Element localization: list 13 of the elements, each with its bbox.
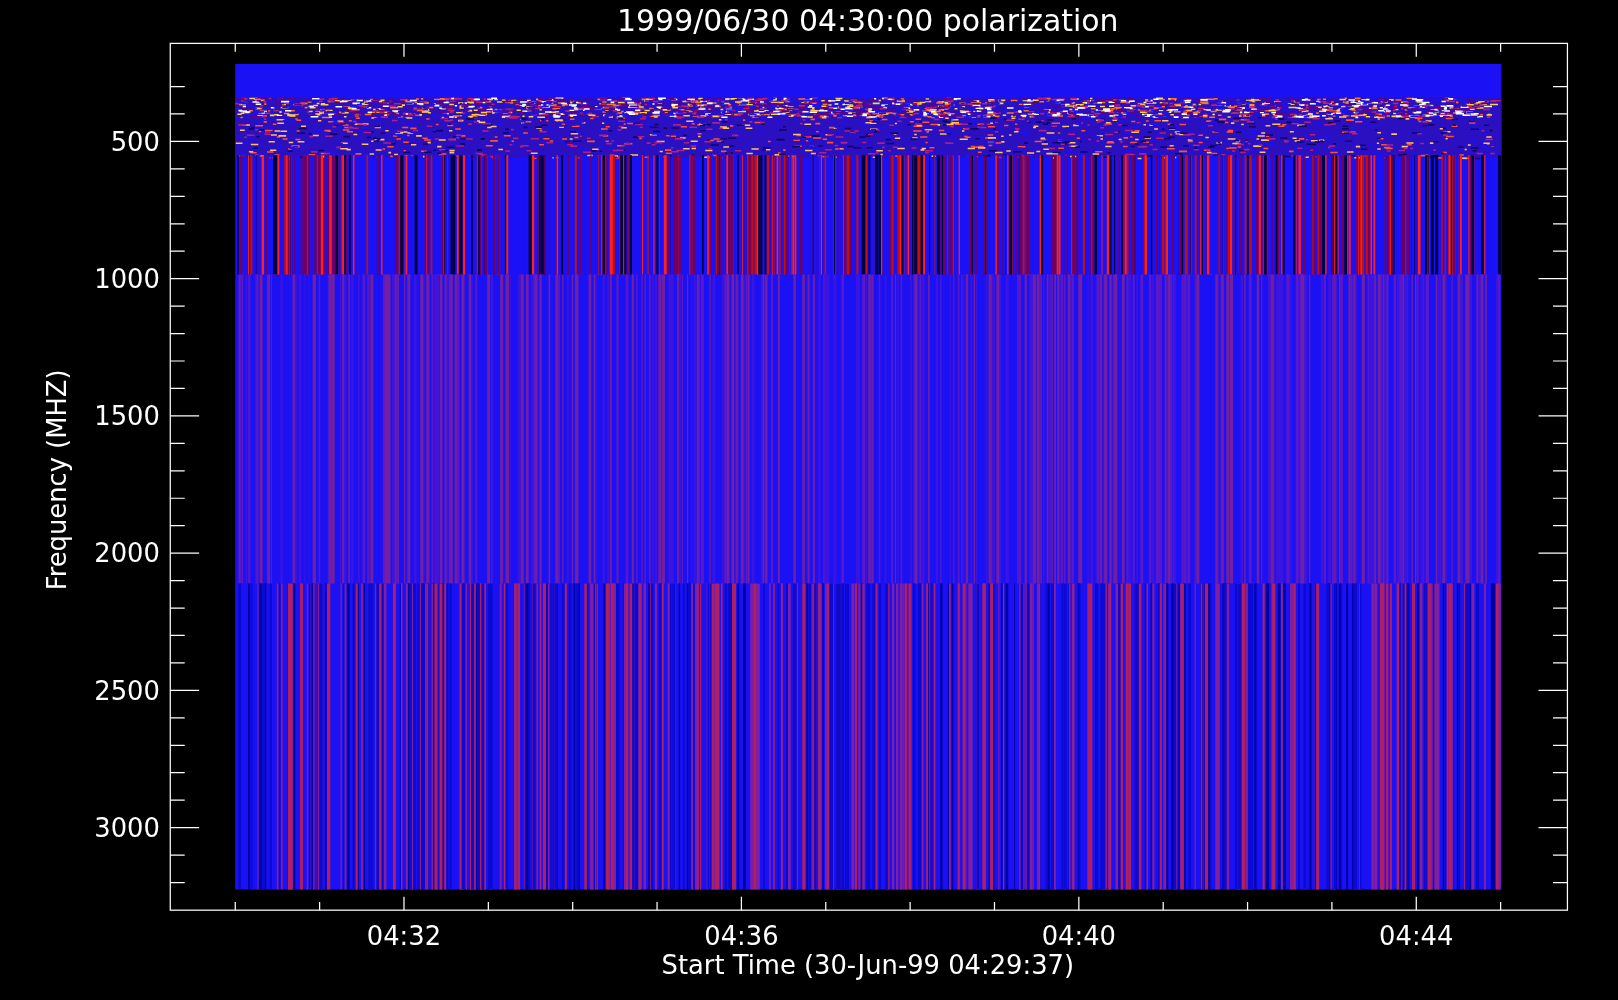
- y-tick-label: 500: [110, 126, 160, 157]
- y-tick-label: 2000: [94, 538, 160, 569]
- y-tick-label: 1500: [94, 401, 160, 432]
- x-tick-label: 04:40: [1041, 921, 1116, 952]
- x-axis-label: Start Time (30-Jun-99 04:29:37): [661, 950, 1075, 981]
- x-tick-label: 04:44: [1379, 921, 1454, 952]
- x-tick-label: 04:36: [704, 921, 779, 952]
- x-tick-label: 04:32: [366, 921, 442, 952]
- y-tick-label: 2500: [94, 675, 160, 706]
- y-tick-label: 3000: [94, 812, 160, 843]
- plot-title: 1999/06/30 04:30:00 polarization: [617, 3, 1119, 38]
- y-tick-label: 1000: [94, 263, 160, 294]
- y-axis-label: Frequency (MHZ): [42, 369, 73, 591]
